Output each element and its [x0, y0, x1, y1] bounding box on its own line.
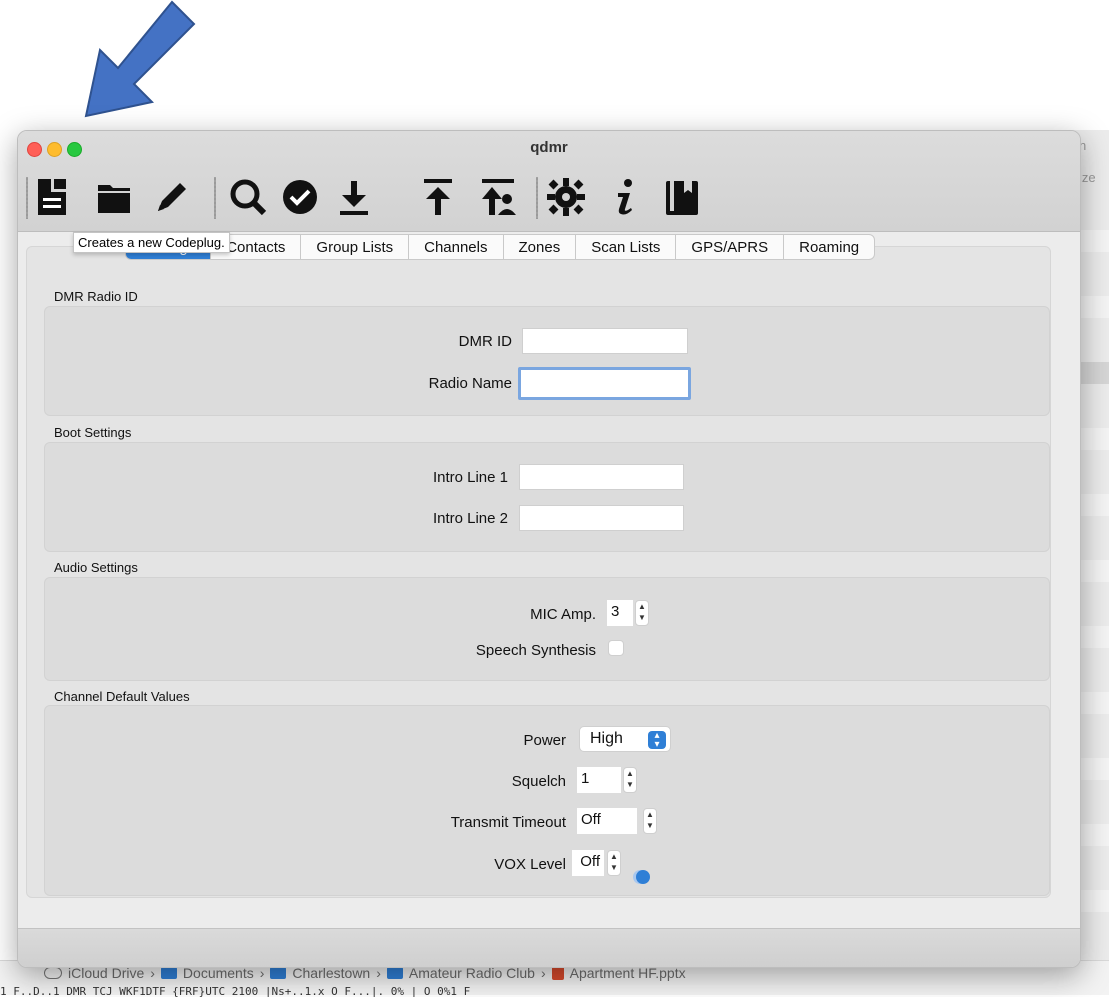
vox-level-field[interactable]: Off	[572, 850, 604, 876]
obscured-text: 1 F..D..1 DMR TCJ WKF1DTF {FRF}UTC 2100 …	[0, 985, 471, 997]
group-title-audio-settings: Audio Settings	[54, 560, 138, 575]
folder-icon	[270, 967, 287, 979]
speech-synthesis-checkbox[interactable]	[608, 640, 624, 656]
powerpoint-file-icon	[551, 966, 564, 980]
intro-line-2-field[interactable]	[519, 505, 684, 531]
folder-icon	[160, 967, 177, 979]
tab-channels[interactable]: Channels	[409, 234, 504, 260]
mic-amp-stepper[interactable]: ▲ ▼	[635, 600, 649, 626]
group-title-boot-settings: Boot Settings	[54, 425, 132, 440]
icloud-icon	[44, 967, 62, 979]
search-icon[interactable]	[226, 175, 270, 219]
mic-amp-field[interactable]: 3	[607, 600, 633, 626]
intro-line-1-field[interactable]	[519, 464, 684, 490]
group-audio-settings	[44, 577, 1050, 681]
speech-synthesis-label: Speech Synthesis	[475, 642, 596, 659]
vox-level-stepper[interactable]: ▲ ▼	[607, 850, 621, 876]
title-bar: qdmr	[18, 131, 1080, 232]
tab-bar: Settings Contacts Group Lists Channels Z…	[125, 234, 876, 260]
power-select-value: High	[590, 730, 623, 747]
radio-name-field[interactable]	[518, 367, 691, 400]
squelch-label: Squelch	[511, 773, 566, 790]
radio-name-label: Radio Name	[428, 375, 512, 392]
tab-group-lists[interactable]: Group Lists	[301, 234, 410, 260]
transmit-timeout-label: Transmit Timeout	[450, 814, 566, 831]
vox-level-label: VOX Level	[494, 856, 566, 873]
cutoff-label: ize	[1079, 170, 1096, 185]
power-label: Power	[523, 732, 566, 749]
intro-line-2-label: Intro Line 2	[432, 510, 508, 527]
toolbar-grip[interactable]	[26, 177, 28, 219]
upload-callsign-db-icon[interactable]	[476, 175, 520, 219]
info-icon[interactable]	[604, 175, 648, 219]
help-book-icon[interactable]	[660, 175, 704, 219]
verify-check-icon[interactable]	[278, 175, 322, 219]
toolbar	[18, 167, 1080, 223]
tab-gps-aprs[interactable]: GPS/APRS	[676, 234, 785, 260]
toolbar-separator	[214, 177, 216, 219]
mic-amp-label: MIC Amp.	[530, 606, 596, 623]
upload-icon[interactable]	[416, 175, 460, 219]
focus-indicator-icon	[636, 870, 650, 884]
intro-line-1-label: Intro Line 1	[432, 469, 508, 486]
tooltip: Creates a new Codeplug.	[73, 232, 230, 253]
chevron-updown-icon: ▴ ▾	[648, 731, 666, 750]
download-icon[interactable]	[332, 175, 376, 219]
new-codeplug-icon[interactable]	[32, 175, 76, 219]
toolbar-separator	[536, 177, 538, 219]
tab-scan-lists[interactable]: Scan Lists	[576, 234, 677, 260]
edit-pencil-icon[interactable]	[150, 175, 194, 219]
annotation-arrow-icon	[84, 0, 196, 118]
group-title-channel-defaults: Channel Default Values	[54, 689, 190, 704]
status-bar	[18, 928, 1080, 967]
group-boot-settings	[44, 442, 1050, 552]
tab-roaming[interactable]: Roaming	[784, 234, 876, 260]
open-folder-icon[interactable]	[92, 175, 136, 219]
transmit-timeout-field[interactable]: Off	[577, 808, 637, 834]
folder-icon	[386, 967, 403, 979]
transmit-timeout-stepper[interactable]: ▲ ▼	[643, 808, 657, 834]
squelch-stepper[interactable]: ▲ ▼	[623, 767, 637, 793]
window-title: qdmr	[530, 139, 568, 156]
group-title-dmr-radio-id: DMR Radio ID	[54, 289, 138, 304]
dmr-id-field[interactable]	[522, 328, 688, 354]
tab-zones[interactable]: Zones	[503, 234, 577, 260]
squelch-field[interactable]: 1	[577, 767, 621, 793]
settings-gear-icon[interactable]	[544, 175, 588, 219]
power-select[interactable]: High ▴ ▾	[579, 726, 671, 752]
dmr-id-label: DMR ID	[458, 333, 512, 350]
